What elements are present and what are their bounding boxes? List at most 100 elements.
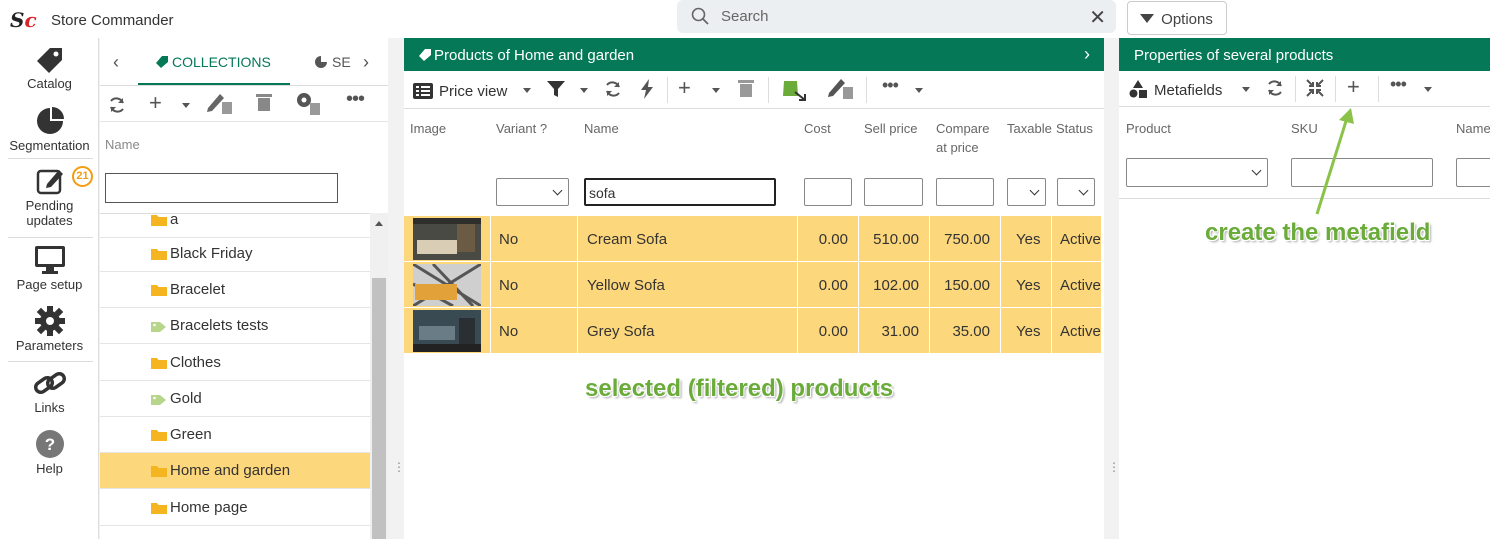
column-name-header[interactable]: Name	[105, 137, 140, 152]
settings-shopify-icon[interactable]	[294, 90, 322, 116]
shopify-export-icon[interactable]	[781, 76, 807, 102]
tab-segments[interactable]: SE	[314, 54, 351, 70]
table-row[interactable]: No Cream Sofa 0.00 510.00 750.00 Yes Active	[404, 216, 1101, 262]
tree-scrollbar[interactable]	[370, 213, 388, 539]
status-filter-select[interactable]	[1057, 178, 1095, 206]
table-row[interactable]: No Grey Sofa 0.00 31.00 35.00 Yes Active	[404, 308, 1101, 354]
cell-sell[interactable]: 31.00	[881, 323, 919, 340]
variant-filter-select[interactable]	[496, 178, 569, 206]
name-filter-input[interactable]: sofa	[584, 178, 776, 206]
filter-icon[interactable]	[547, 81, 565, 97]
cell-name[interactable]: Yellow Sofa	[587, 277, 665, 294]
chevron-down-icon[interactable]	[915, 88, 923, 93]
table-row[interactable]: No Yellow Sofa 0.00 102.00 150.00 Yes Active	[404, 262, 1101, 308]
compare-filter-input[interactable]	[936, 178, 994, 206]
chevron-right-icon[interactable]: ›	[1084, 44, 1090, 65]
add-icon[interactable]: +	[149, 90, 162, 116]
name-filter-input[interactable]	[1456, 158, 1490, 187]
col-image-header[interactable]: Image	[410, 119, 446, 138]
cell-name[interactable]: Grey Sofa	[587, 323, 655, 340]
add-metafield-button[interactable]: +	[1347, 74, 1360, 100]
more-icon[interactable]: •••	[882, 75, 899, 96]
col-variant-header[interactable]: Variant ?	[496, 119, 547, 138]
product-filter-select[interactable]	[1126, 158, 1268, 187]
cell-cost[interactable]: 0.00	[819, 323, 848, 340]
nav-help[interactable]: ? Help	[0, 429, 99, 476]
tree-item[interactable]: Home page	[100, 490, 370, 526]
more-icon[interactable]: •••	[1390, 74, 1407, 95]
cell-compare[interactable]: 35.00	[952, 323, 990, 340]
cell-name[interactable]: Cream Sofa	[587, 231, 667, 248]
cell-compare[interactable]: 750.00	[944, 231, 990, 248]
chevron-down-icon[interactable]	[580, 88, 588, 93]
options-button[interactable]: Options	[1127, 1, 1227, 35]
nav-links[interactable]: Links	[0, 368, 99, 415]
scrollbar-thumb[interactable]	[372, 278, 386, 539]
tree-item[interactable]: Home and garden	[100, 453, 370, 489]
col-name-header[interactable]: Name	[1456, 119, 1490, 138]
nav-parameters[interactable]: Parameters	[0, 306, 99, 353]
cell-cost[interactable]: 0.00	[819, 231, 848, 248]
col-sell-price-header[interactable]: Sell price	[864, 119, 917, 138]
col-cost-header[interactable]: Cost	[804, 119, 831, 138]
nav-segmentation[interactable]: Segmentation	[0, 106, 99, 153]
cell-variant[interactable]: No	[499, 277, 518, 294]
trash-icon[interactable]	[738, 79, 754, 98]
nav-catalog[interactable]: Catalog	[0, 46, 99, 91]
more-icon[interactable]: •••	[346, 88, 365, 111]
cell-compare[interactable]: 150.00	[944, 277, 990, 294]
nav-page-setup[interactable]: Page setup	[0, 245, 99, 292]
chevron-left-icon[interactable]: ‹	[113, 52, 119, 73]
chevron-down-icon[interactable]	[1424, 87, 1432, 92]
cell-status[interactable]: Active	[1060, 231, 1101, 248]
add-icon[interactable]: +	[678, 75, 691, 101]
chevron-down-icon[interactable]	[712, 88, 720, 93]
cell-variant[interactable]: No	[499, 231, 518, 248]
tree-item[interactable]: Bracelet	[100, 272, 370, 308]
col-product-header[interactable]: Product	[1126, 119, 1171, 138]
cell-variant[interactable]: No	[499, 323, 518, 340]
tree-item[interactable]: a	[100, 214, 370, 238]
cell-sell[interactable]: 510.00	[873, 231, 919, 248]
view-selector[interactable]: Price view	[439, 83, 507, 100]
sell-price-filter-input[interactable]	[864, 178, 923, 206]
tree-item[interactable]: Clothes	[100, 345, 370, 381]
cell-cost[interactable]: 0.00	[819, 277, 848, 294]
nav-pending-updates[interactable]: 21 Pending updates	[0, 166, 99, 228]
cell-taxable[interactable]: Yes	[1016, 231, 1040, 248]
tree-item[interactable]: Black Friday	[100, 236, 370, 272]
close-icon[interactable]: ✕	[1089, 5, 1106, 30]
refresh-icon[interactable]	[108, 96, 126, 114]
tree-item[interactable]: Green	[100, 417, 370, 453]
resize-handle[interactable]: ⋮	[393, 460, 405, 474]
refresh-icon[interactable]	[1266, 79, 1284, 97]
cell-sell[interactable]: 102.00	[873, 277, 919, 294]
chevron-down-icon[interactable]	[1242, 87, 1250, 92]
cell-taxable[interactable]: Yes	[1016, 277, 1040, 294]
chevron-down-icon[interactable]	[523, 88, 531, 93]
col-status-header[interactable]: Status	[1056, 119, 1093, 138]
edit-shopify-icon[interactable]	[827, 75, 855, 101]
chevron-right-icon[interactable]: ›	[363, 52, 369, 73]
lightning-icon[interactable]	[640, 79, 654, 99]
collapse-icon[interactable]	[1306, 79, 1324, 97]
col-compare-header[interactable]: Compare at price	[936, 119, 989, 157]
tree-item[interactable]: Gold	[100, 381, 370, 417]
chevron-down-icon[interactable]	[182, 103, 190, 108]
col-taxable-header[interactable]: Taxable	[1007, 119, 1052, 138]
edit-shopify-icon[interactable]	[206, 90, 234, 116]
cell-status[interactable]: Active	[1060, 323, 1101, 340]
search-input[interactable]: Search ✕	[677, 0, 1116, 33]
name-filter-input[interactable]	[105, 173, 338, 203]
cell-status[interactable]: Active	[1060, 277, 1101, 294]
taxable-filter-select[interactable]	[1007, 178, 1046, 206]
tab-collections[interactable]: COLLECTIONS	[138, 38, 290, 85]
col-name-header[interactable]: Name	[584, 119, 619, 138]
cost-filter-input[interactable]	[804, 178, 852, 206]
tree-item[interactable]: Bracelets tests	[100, 308, 370, 344]
view-selector[interactable]: Metafields	[1154, 82, 1222, 99]
scroll-up-icon[interactable]	[375, 221, 383, 226]
cell-taxable[interactable]: Yes	[1016, 323, 1040, 340]
trash-icon[interactable]	[255, 92, 273, 112]
refresh-icon[interactable]	[604, 80, 622, 98]
